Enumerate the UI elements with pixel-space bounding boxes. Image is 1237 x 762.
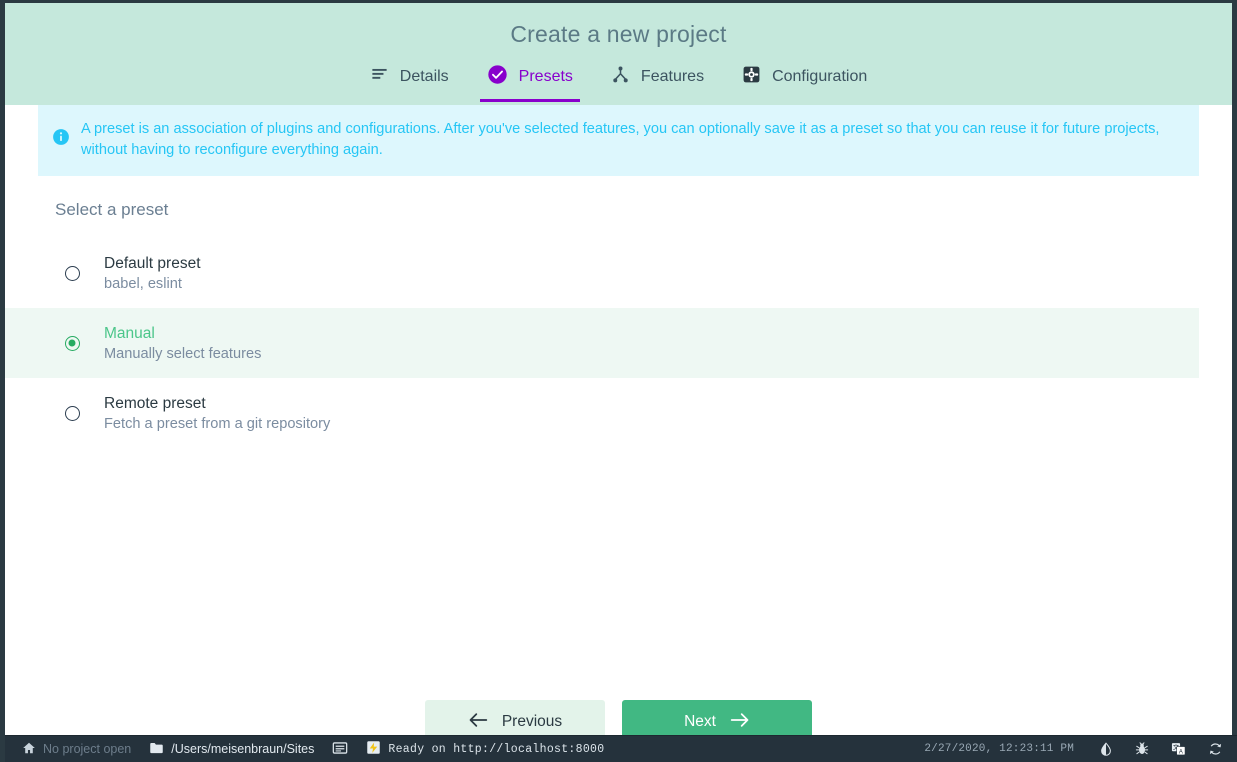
previous-button-label: Previous bbox=[501, 713, 563, 730]
tab-details-label: Details bbox=[399, 67, 449, 85]
tab-details[interactable]: Details bbox=[351, 62, 468, 102]
preset-description: babel, eslint bbox=[104, 275, 182, 292]
preset-name: Remote preset bbox=[104, 394, 206, 412]
preset-option-manual[interactable]: Manual Manually select features bbox=[5, 308, 1199, 379]
section-title: Select a preset bbox=[55, 200, 169, 220]
home-icon bbox=[22, 741, 36, 758]
refresh-icon[interactable] bbox=[1197, 742, 1234, 756]
page-title: Create a new project bbox=[510, 21, 727, 47]
translate-icon[interactable]: 文 A bbox=[1160, 742, 1197, 756]
bug-icon[interactable] bbox=[1124, 742, 1160, 756]
status-terminal[interactable] bbox=[323, 736, 357, 762]
info-banner-wrapper: A preset is an association of plugins an… bbox=[5, 105, 1232, 177]
status-server[interactable]: Ready on http://localhost:8000 bbox=[357, 736, 613, 762]
sitemap-icon bbox=[611, 65, 630, 89]
tab-configuration-label: Configuration bbox=[772, 67, 868, 85]
preset-name: Manual bbox=[104, 324, 155, 342]
status-project-label: No project open bbox=[43, 742, 132, 756]
status-path-label: /Users/meisenbraun/Sites bbox=[171, 742, 315, 756]
gear-square-icon bbox=[742, 65, 761, 89]
status-path[interactable]: /Users/meisenbraun/Sites bbox=[140, 736, 323, 762]
preset-list: Default preset babel, eslint Manual Manu… bbox=[5, 238, 1232, 448]
next-button-label: Next bbox=[684, 713, 716, 730]
tab-features[interactable]: Features bbox=[592, 62, 723, 102]
preset-description: Manually select features bbox=[104, 345, 262, 362]
theme-contrast-icon[interactable] bbox=[1088, 742, 1124, 756]
preset-description: Fetch a preset from a git repository bbox=[104, 415, 331, 432]
tab-presets-label: Presets bbox=[518, 67, 573, 85]
radio-manual[interactable] bbox=[59, 330, 85, 356]
preset-name: Default preset bbox=[104, 254, 201, 272]
preset-text: Default preset babel, eslint bbox=[104, 255, 201, 292]
check-circle-icon bbox=[487, 64, 508, 90]
arrow-left-icon bbox=[468, 712, 488, 733]
main-content: Select a preset Default preset babel, es… bbox=[5, 176, 1232, 762]
folder-icon bbox=[149, 741, 164, 758]
status-bar: No project open /Users/meisenbraun/Sites bbox=[5, 735, 1237, 762]
status-project[interactable]: No project open bbox=[13, 736, 140, 762]
arrow-right-icon bbox=[730, 712, 750, 733]
tab-presets[interactable]: Presets bbox=[468, 62, 592, 102]
info-banner-text: A preset is an association of plugins an… bbox=[81, 121, 1160, 158]
status-datetime: 2/27/2020, 12:23:11 PM bbox=[924, 743, 1074, 755]
preset-option-default[interactable]: Default preset babel, eslint bbox=[5, 238, 1199, 308]
preset-text: Manual Manually select features bbox=[104, 325, 261, 362]
tab-configuration[interactable]: Configuration bbox=[723, 62, 886, 102]
info-banner: A preset is an association of plugins an… bbox=[38, 105, 1199, 177]
info-circle-icon bbox=[52, 128, 70, 151]
preset-option-remote[interactable]: Remote preset Fetch a preset from a git … bbox=[5, 378, 1199, 448]
wizard-tabs: Details Presets Features Configuration bbox=[5, 62, 1232, 102]
tab-features-label: Features bbox=[640, 67, 705, 85]
preset-text: Remote preset Fetch a preset from a git … bbox=[104, 395, 330, 432]
radio-default-preset[interactable] bbox=[59, 260, 85, 286]
wizard-header: Create a new project Details Presets Fea… bbox=[5, 3, 1232, 105]
status-server-label: Ready on http://localhost:8000 bbox=[388, 742, 605, 756]
svg-text:A: A bbox=[1179, 749, 1183, 755]
server-badge-icon bbox=[366, 740, 381, 758]
terminal-icon bbox=[332, 741, 348, 758]
list-lines-icon bbox=[370, 65, 389, 89]
radio-remote-preset[interactable] bbox=[59, 400, 85, 426]
cli-ui-window: Create a new project Details Presets Fea… bbox=[0, 0, 1237, 762]
